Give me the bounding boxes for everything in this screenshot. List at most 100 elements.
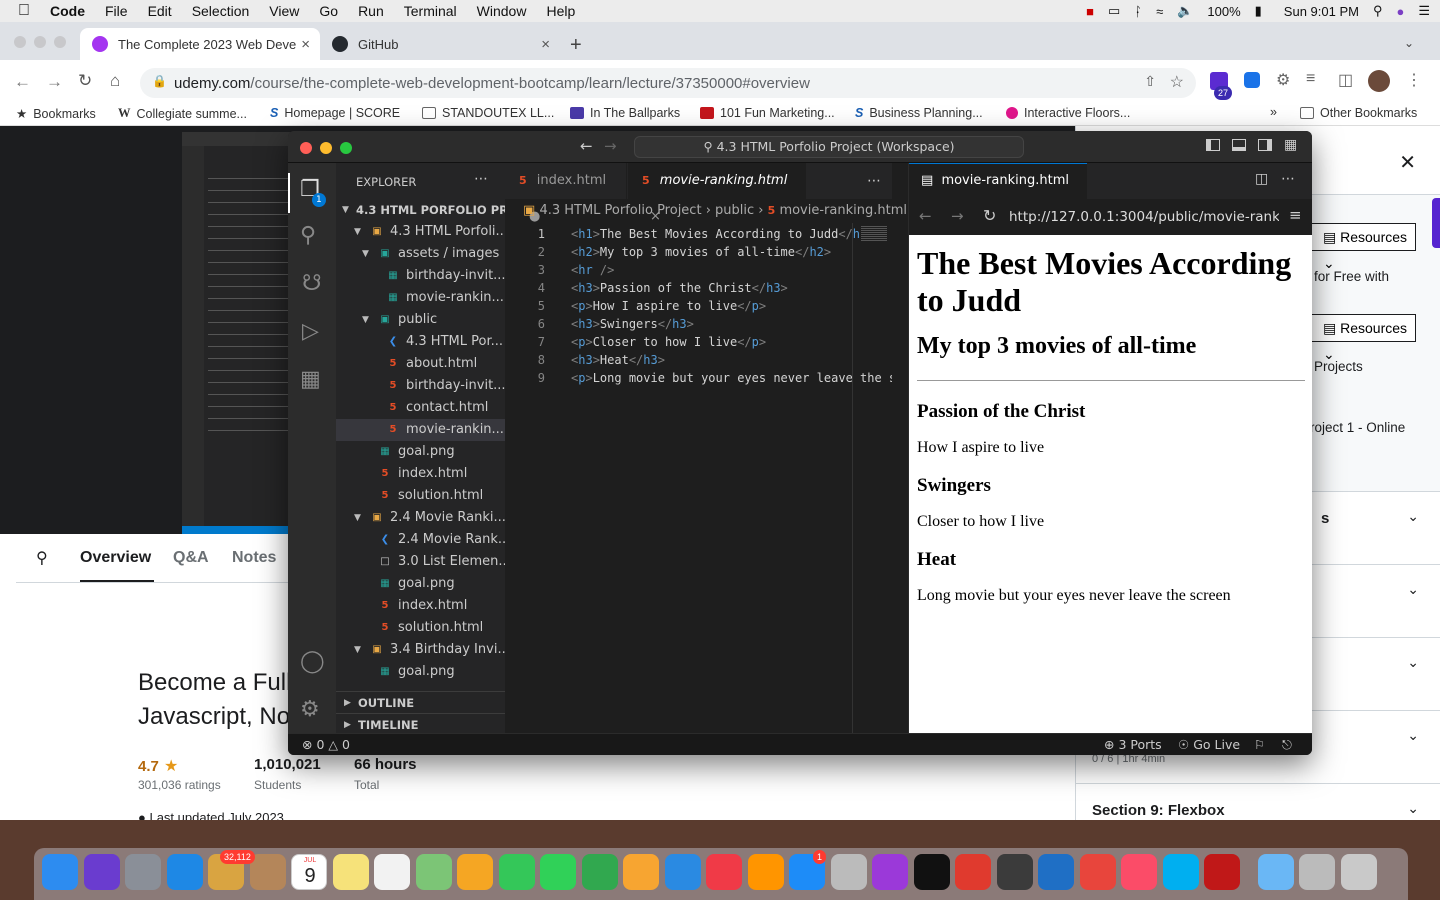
- shield-icon[interactable]: ■: [1086, 4, 1094, 19]
- back-icon[interactable]: ←: [14, 72, 31, 92]
- siri-icon[interactable]: ●: [1396, 4, 1404, 19]
- music-icon[interactable]: [1121, 854, 1157, 890]
- numbers-icon[interactable]: [581, 854, 618, 890]
- breadcrumb-item[interactable]: 4.3 HTML Porfolio Project: [539, 203, 701, 218]
- tree-file[interactable]: 5 index.html: [336, 595, 505, 617]
- resources-button[interactable]: ▤ Resources ⌄: [1308, 314, 1416, 362]
- airplay-icon[interactable]: ▭: [1108, 3, 1120, 19]
- contacts-icon[interactable]: [249, 854, 286, 890]
- breadcrumb-item[interactable]: movie-ranking.html: [779, 203, 907, 218]
- tree-file[interactable]: 5 about.html: [336, 353, 505, 375]
- customize-layout-icon[interactable]: ▦: [1284, 137, 1297, 153]
- reading-list-icon[interactable]: ≡: [1306, 70, 1315, 88]
- toggle-sidebar-icon[interactable]: [1206, 139, 1220, 151]
- bell-icon[interactable]: ⎋: [1282, 737, 1292, 753]
- search-icon[interactable]: ⚲: [36, 548, 48, 568]
- finder-icon[interactable]: [42, 854, 78, 890]
- minimap[interactable]: [852, 223, 892, 733]
- pdf-icon[interactable]: [955, 854, 991, 890]
- control-center-icon[interactable]: ☰: [1418, 3, 1430, 19]
- feedback-icon[interactable]: ⚐: [1254, 737, 1265, 752]
- bookmark-item[interactable]: 101 Fun Marketing...: [700, 106, 835, 120]
- tree-folder[interactable]: ▼ ▣ 2.4 Movie Ranki...: [336, 507, 505, 529]
- code-line[interactable]: 4 <h3>Passion of the Christ</h3>: [505, 279, 892, 297]
- close-tab-icon[interactable]: ×: [301, 36, 310, 53]
- editor-tab-movie-ranking[interactable]: 5 movie-ranking.html ×: [628, 163, 806, 224]
- bookmark-item[interactable]: Other Bookmarks: [1300, 106, 1417, 120]
- tree-file[interactable]: 5 index.html: [336, 463, 505, 485]
- back-icon[interactable]: ←: [919, 207, 932, 225]
- tree-file[interactable]: 5 contact.html: [336, 397, 505, 419]
- apple-icon[interactable]: : [0, 2, 40, 20]
- tree-folder[interactable]: ▼ ▣ public: [336, 309, 505, 331]
- avatar[interactable]: [1368, 70, 1390, 92]
- code-line[interactable]: 9 <p>Long movie but your eyes never leave…: [505, 369, 892, 387]
- tree-file[interactable]: 5 birthday-invit...: [336, 375, 505, 397]
- back-icon[interactable]: ←: [580, 137, 593, 155]
- menu-view[interactable]: View: [259, 3, 309, 19]
- menu-selection[interactable]: Selection: [182, 3, 260, 19]
- menu-run[interactable]: Run: [348, 3, 394, 19]
- tab-notes[interactable]: Notes: [232, 549, 276, 567]
- forward-icon[interactable]: →: [604, 137, 617, 155]
- tree-file[interactable]: 5 solution.html: [336, 617, 505, 639]
- pages-icon[interactable]: [623, 854, 659, 890]
- volume-icon[interactable]: 🔈: [1177, 3, 1193, 19]
- code-line[interactable]: 1 <h1>The Best Movies According to Judd</…: [505, 225, 892, 243]
- close-window-button[interactable]: [300, 142, 312, 154]
- close-tab-icon[interactable]: ×: [541, 36, 550, 53]
- tab-overview[interactable]: Overview: [80, 549, 151, 567]
- reload-icon[interactable]: ↻: [983, 206, 996, 225]
- clock[interactable]: Sun 9:01 PM: [1284, 4, 1359, 19]
- trash-icon[interactable]: [1340, 854, 1377, 890]
- bookmark-item[interactable]: ★ Bookmarks: [16, 106, 96, 122]
- code-line[interactable]: 3 <hr />: [505, 261, 892, 279]
- extensions-icon[interactable]: ▦: [300, 367, 321, 392]
- tree-file[interactable]: ▦ birthday-invit...: [336, 265, 505, 287]
- menu-go[interactable]: Go: [309, 3, 348, 19]
- more-actions-icon[interactable]: ⋯: [474, 171, 488, 187]
- toggle-secondary-sidebar-icon[interactable]: [1258, 139, 1272, 151]
- forward-icon[interactable]: →: [46, 72, 63, 92]
- menu-file[interactable]: File: [95, 3, 138, 19]
- news-icon[interactable]: [706, 854, 742, 890]
- calendar-icon[interactable]: JUL 9: [291, 854, 327, 890]
- reload-icon[interactable]: ↻: [78, 71, 92, 91]
- safari-icon[interactable]: [166, 854, 203, 890]
- tree-file[interactable]: ▦ goal.png: [336, 661, 505, 683]
- battery-percent[interactable]: 100%: [1207, 4, 1240, 19]
- preview-tab[interactable]: ▤ movie-ranking.html ×: [909, 163, 1087, 222]
- tree-file[interactable]: ▦ goal.png: [336, 573, 505, 595]
- extension-icon[interactable]: [1244, 72, 1260, 88]
- minimize-window-button[interactable]: [34, 36, 46, 48]
- menu-terminal[interactable]: Terminal: [394, 3, 467, 19]
- menu-window[interactable]: Window: [467, 3, 537, 19]
- code-line[interactable]: 6 <h3>Swingers</h3>: [505, 315, 892, 333]
- source-control-icon[interactable]: ☋: [302, 271, 322, 296]
- bookmark-item[interactable]: In The Ballparks: [570, 106, 680, 120]
- tree-folder[interactable]: ▼ ▣ 3.4 Birthday Invi...: [336, 639, 505, 661]
- tree-folder[interactable]: ▼ ▣ assets / images: [336, 243, 505, 265]
- tree-file[interactable]: ▦ movie-rankin...: [336, 287, 505, 309]
- home-icon[interactable]: ⌂: [110, 71, 120, 91]
- new-tab-icon[interactable]: +: [570, 34, 582, 57]
- bookmark-item[interactable]: W Collegiate summe...: [118, 106, 247, 121]
- tree-folder[interactable]: ▼ ▣ 4.3 HTML Porfoli...: [336, 221, 505, 243]
- puzzle-icon[interactable]: ⚙: [1276, 70, 1290, 90]
- bluetooth-icon[interactable]: ᛛ: [1134, 4, 1142, 19]
- preview-url-field[interactable]: http://127.0.0.1:3004/public/movie-ranki…: [1009, 205, 1279, 229]
- code-line[interactable]: 2 <h2>My top 3 movies of all-time</h2>: [505, 243, 892, 261]
- menu-dots-icon[interactable]: ⋮: [1406, 70, 1422, 90]
- more-bookmarks-icon[interactable]: »: [1270, 105, 1277, 119]
- tree-file[interactable]: 5 movie-rankin...: [336, 419, 505, 441]
- menu-help[interactable]: Help: [536, 3, 585, 19]
- code-line[interactable]: 7 <p>Closer to how I live</p>: [505, 333, 892, 351]
- timeline-section[interactable]: ▶ TIMELINE: [336, 713, 505, 733]
- tab-qa[interactable]: Q&A: [173, 549, 209, 567]
- editor-tab-index[interactable]: 5 index.html ●: [505, 163, 627, 224]
- notes-icon[interactable]: [332, 854, 369, 890]
- minimize-window-button[interactable]: [320, 142, 332, 154]
- menu-app-name[interactable]: Code: [40, 3, 95, 19]
- books-icon[interactable]: [747, 854, 784, 890]
- reminders-icon[interactable]: [374, 854, 410, 890]
